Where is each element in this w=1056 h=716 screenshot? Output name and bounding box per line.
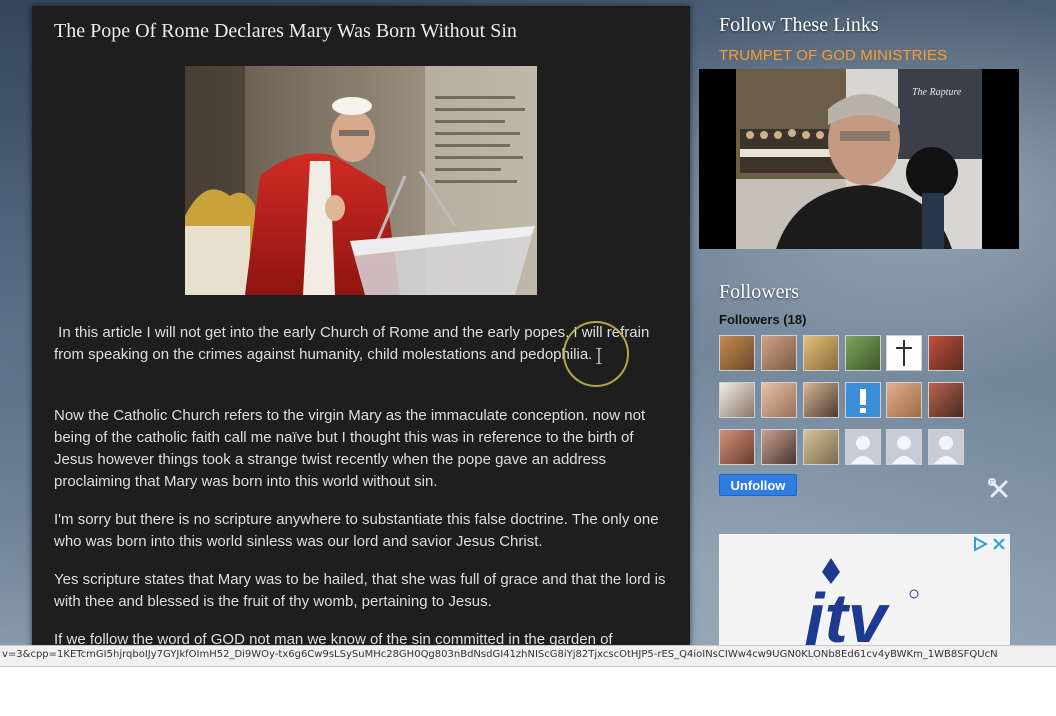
post-title[interactable]: The Pope Of Rome Declares Mary Was Born …	[54, 20, 517, 43]
jtv-logo: jtv	[797, 558, 919, 645]
follower-avatar[interactable]	[886, 382, 922, 418]
default-user-icon	[851, 436, 875, 464]
follower-avatar[interactable]	[845, 335, 881, 371]
follower-avatar[interactable]	[719, 429, 755, 465]
default-user-icon	[934, 436, 958, 464]
video-embed[interactable]: The Rapture	[699, 69, 1019, 249]
trumpet-ministries-link[interactable]: TRUMPET OF GOD MINISTRIES	[719, 47, 947, 64]
post-paragraph: I'm sorry but there is no scripture anyw…	[54, 511, 659, 550]
follower-avatar[interactable]	[761, 382, 797, 418]
cross-logo-icon	[896, 340, 912, 366]
text-cursor-icon	[596, 347, 602, 365]
pope-photo	[185, 66, 537, 295]
advertisement[interactable]: jtv	[719, 534, 1010, 645]
follower-avatar[interactable]	[761, 335, 797, 371]
ad-brand-text: jtv	[797, 579, 891, 645]
followers-heading: Followers	[719, 281, 799, 303]
post-paragraph: Now the Catholic Church refers to the vi…	[54, 407, 646, 490]
exclamation-icon	[860, 389, 866, 413]
follower-avatar[interactable]	[845, 382, 881, 418]
post-paragraph: If we follow the word of GOD not man we …	[54, 631, 613, 645]
follower-avatar[interactable]	[928, 382, 964, 418]
browser-status-bar: v=3&cpp=1KETcmGI5hjrqboIJy7GYJkfOImH52_D…	[0, 645, 1056, 667]
follower-avatar[interactable]	[928, 335, 964, 371]
followers-count[interactable]: Followers (18)	[719, 312, 806, 327]
unfollow-button[interactable]: Unfollow	[719, 474, 797, 496]
default-user-icon	[892, 436, 916, 464]
follower-avatar[interactable]	[803, 429, 839, 465]
status-url-text: v=3&cpp=1KETcmGI5hjrqboIJy7GYJkfOImH52_D…	[2, 649, 998, 660]
follower-avatar[interactable]	[886, 429, 922, 465]
follower-avatar[interactable]	[886, 335, 922, 371]
follower-avatar[interactable]	[761, 429, 797, 465]
follower-avatar[interactable]	[719, 382, 755, 418]
follower-avatar[interactable]	[803, 382, 839, 418]
page-viewport: The Pope Of Rome Declares Mary Was Born …	[0, 0, 1056, 645]
follower-avatar[interactable]	[719, 335, 755, 371]
wrench-screwdriver-icon[interactable]	[988, 478, 1010, 500]
post-image[interactable]	[185, 66, 537, 295]
video-thumbnail[interactable]: The Rapture	[736, 69, 982, 249]
post-paragraph: Yes scripture states that Mary was to be…	[54, 571, 666, 610]
follower-avatar[interactable]	[803, 335, 839, 371]
video-scene: The Rapture	[736, 69, 982, 249]
follow-links-heading: Follow These Links	[719, 14, 879, 36]
follower-avatar[interactable]	[928, 429, 964, 465]
follower-avatar[interactable]	[845, 429, 881, 465]
video-overlay-text: The Rapture	[912, 87, 962, 98]
